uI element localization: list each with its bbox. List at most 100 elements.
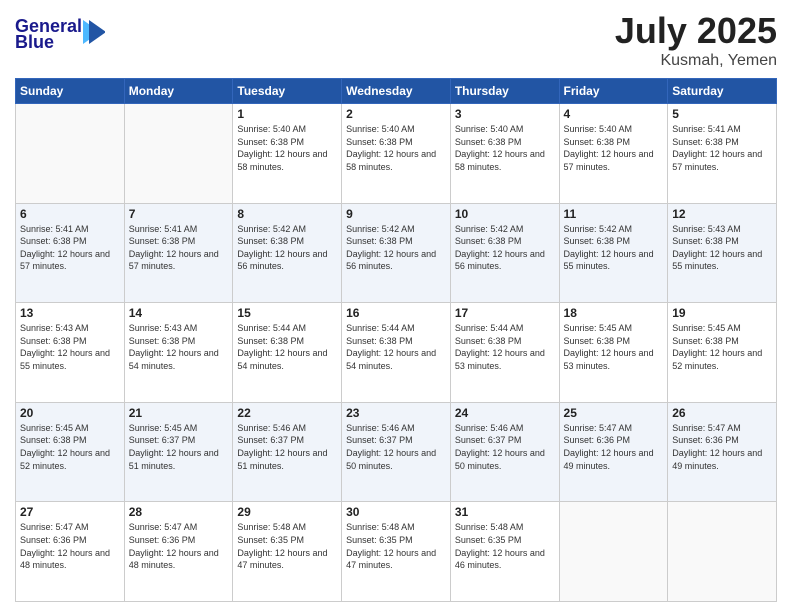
calendar-cell: 1 Sunrise: 5:40 AMSunset: 6:38 PMDaylight… (233, 104, 342, 204)
day-number: 23 (346, 406, 446, 420)
day-info: Sunrise: 5:44 AMSunset: 6:38 PMDaylight:… (455, 322, 555, 372)
day-number: 12 (672, 207, 772, 221)
day-info: Sunrise: 5:42 AMSunset: 6:38 PMDaylight:… (455, 223, 555, 273)
col-monday: Monday (124, 79, 233, 104)
day-info: Sunrise: 5:40 AMSunset: 6:38 PMDaylight:… (237, 123, 337, 173)
calendar-cell: 29Sunrise: 5:48 AMSunset: 6:35 PMDayligh… (233, 502, 342, 602)
day-info: Sunrise: 5:47 AMSunset: 6:36 PMDaylight:… (672, 422, 772, 472)
calendar-cell: 26 Sunrise: 5:47 AMSunset: 6:36 PMDayligh… (668, 402, 777, 502)
day-number: 25 (564, 406, 664, 420)
col-sunday: Sunday (16, 79, 125, 104)
day-info: Sunrise: 5:47 AMSunset: 6:36 PMDaylight:… (20, 521, 120, 571)
day-info: Sunrise: 5:42 AMSunset: 6:38 PMDaylight:… (564, 223, 664, 273)
day-info: Sunrise: 5:48 AMSunset: 6:35 PMDaylight:… (237, 521, 337, 571)
calendar-cell: 31Sunrise: 5:48 AMSunset: 6:35 PMDayligh… (450, 502, 559, 602)
calendar-cell: 2Sunrise: 5:40 AMSunset: 6:38 PMDaylight… (342, 104, 451, 204)
calendar-cell: 9 Sunrise: 5:42 AMSunset: 6:38 PMDaylight… (342, 203, 451, 303)
calendar-week-row: 6 Sunrise: 5:41 AMSunset: 6:38 PMDaylight… (16, 203, 777, 303)
calendar-cell (668, 502, 777, 602)
calendar-cell: 28Sunrise: 5:47 AMSunset: 6:36 PMDayligh… (124, 502, 233, 602)
col-thursday: Thursday (450, 79, 559, 104)
day-number: 5 (672, 107, 772, 121)
col-tuesday: Tuesday (233, 79, 342, 104)
day-info: Sunrise: 5:43 AMSunset: 6:38 PMDaylight:… (20, 322, 120, 372)
title-location: Kusmah, Yemen (615, 52, 777, 70)
day-number: 21 (129, 406, 229, 420)
day-number: 26 (672, 406, 772, 420)
calendar-cell: 8Sunrise: 5:42 AMSunset: 6:38 PMDaylight… (233, 203, 342, 303)
day-info: Sunrise: 5:43 AMSunset: 6:38 PMDaylight:… (129, 322, 229, 372)
day-info: Sunrise: 5:42 AMSunset: 6:38 PMDaylight:… (237, 223, 337, 273)
day-info: Sunrise: 5:45 AMSunset: 6:38 PMDaylight:… (564, 322, 664, 372)
calendar-cell: 23 Sunrise: 5:46 AMSunset: 6:37 PMDayligh… (342, 402, 451, 502)
svg-text:Blue: Blue (15, 32, 54, 52)
day-number: 7 (129, 207, 229, 221)
day-info: Sunrise: 5:47 AMSunset: 6:36 PMDaylight:… (564, 422, 664, 472)
day-number: 4 (564, 107, 664, 121)
day-number: 1 (237, 107, 337, 121)
calendar-cell: 17 Sunrise: 5:44 AMSunset: 6:38 PMDayligh… (450, 303, 559, 403)
calendar-cell: 18 Sunrise: 5:45 AMSunset: 6:38 PMDayligh… (559, 303, 668, 403)
day-number: 28 (129, 505, 229, 519)
calendar-week-row: 13 Sunrise: 5:43 AMSunset: 6:38 PMDayligh… (16, 303, 777, 403)
calendar-cell: 4Sunrise: 5:40 AMSunset: 6:38 PMDaylight… (559, 104, 668, 204)
calendar-cell: 11 Sunrise: 5:42 AMSunset: 6:38 PMDayligh… (559, 203, 668, 303)
day-number: 15 (237, 306, 337, 320)
calendar-cell: 15 Sunrise: 5:44 AMSunset: 6:38 PMDayligh… (233, 303, 342, 403)
day-info: Sunrise: 5:46 AMSunset: 6:37 PMDaylight:… (455, 422, 555, 472)
calendar-cell: 24Sunrise: 5:46 AMSunset: 6:37 PMDayligh… (450, 402, 559, 502)
calendar-cell: 19 Sunrise: 5:45 AMSunset: 6:38 PMDayligh… (668, 303, 777, 403)
calendar-cell: 13 Sunrise: 5:43 AMSunset: 6:38 PMDayligh… (16, 303, 125, 403)
col-saturday: Saturday (668, 79, 777, 104)
day-number: 30 (346, 505, 446, 519)
calendar-cell: 30 Sunrise: 5:48 AMSunset: 6:35 PMDayligh… (342, 502, 451, 602)
day-info: Sunrise: 5:41 AMSunset: 6:38 PMDaylight:… (20, 223, 120, 273)
day-info: Sunrise: 5:46 AMSunset: 6:37 PMDaylight:… (346, 422, 446, 472)
col-friday: Friday (559, 79, 668, 104)
day-number: 6 (20, 207, 120, 221)
logo: General Blue (15, 10, 105, 55)
day-number: 9 (346, 207, 446, 221)
day-info: Sunrise: 5:44 AMSunset: 6:38 PMDaylight:… (346, 322, 446, 372)
calendar-week-row: 27Sunrise: 5:47 AMSunset: 6:36 PMDayligh… (16, 502, 777, 602)
day-number: 17 (455, 306, 555, 320)
day-number: 2 (346, 107, 446, 121)
title-month: July 2025 (615, 10, 777, 52)
calendar-week-row: 20Sunrise: 5:45 AMSunset: 6:38 PMDayligh… (16, 402, 777, 502)
calendar-header-row: Sunday Monday Tuesday Wednesday Thursday… (16, 79, 777, 104)
day-number: 18 (564, 306, 664, 320)
calendar-cell: 12 Sunrise: 5:43 AMSunset: 6:38 PMDayligh… (668, 203, 777, 303)
header: General Blue July 2025 Kusmah, Yemen (15, 10, 777, 70)
day-number: 14 (129, 306, 229, 320)
day-info: Sunrise: 5:43 AMSunset: 6:38 PMDaylight:… (672, 223, 772, 273)
day-info: Sunrise: 5:45 AMSunset: 6:38 PMDaylight:… (672, 322, 772, 372)
title-block: July 2025 Kusmah, Yemen (615, 10, 777, 70)
logo-svg: General Blue (15, 10, 105, 55)
calendar-cell: 3Sunrise: 5:40 AMSunset: 6:38 PMDaylight… (450, 104, 559, 204)
day-number: 11 (564, 207, 664, 221)
day-info: Sunrise: 5:48 AMSunset: 6:35 PMDaylight:… (346, 521, 446, 571)
calendar-cell: 7Sunrise: 5:41 AMSunset: 6:38 PMDaylight… (124, 203, 233, 303)
day-number: 22 (237, 406, 337, 420)
day-info: Sunrise: 5:41 AMSunset: 6:38 PMDaylight:… (672, 123, 772, 173)
day-info: Sunrise: 5:44 AMSunset: 6:38 PMDaylight:… (237, 322, 337, 372)
calendar-table: Sunday Monday Tuesday Wednesday Thursday… (15, 78, 777, 602)
calendar-cell: 10 Sunrise: 5:42 AMSunset: 6:38 PMDayligh… (450, 203, 559, 303)
calendar-cell: 22 Sunrise: 5:46 AMSunset: 6:37 PMDayligh… (233, 402, 342, 502)
day-number: 20 (20, 406, 120, 420)
calendar-cell: 6 Sunrise: 5:41 AMSunset: 6:38 PMDaylight… (16, 203, 125, 303)
day-info: Sunrise: 5:42 AMSunset: 6:38 PMDaylight:… (346, 223, 446, 273)
calendar-cell: 20Sunrise: 5:45 AMSunset: 6:38 PMDayligh… (16, 402, 125, 502)
day-number: 16 (346, 306, 446, 320)
calendar-cell (124, 104, 233, 204)
day-info: Sunrise: 5:45 AMSunset: 6:37 PMDaylight:… (129, 422, 229, 472)
calendar-cell (16, 104, 125, 204)
calendar-week-row: 1 Sunrise: 5:40 AMSunset: 6:38 PMDaylight… (16, 104, 777, 204)
calendar-cell: 25 Sunrise: 5:47 AMSunset: 6:36 PMDayligh… (559, 402, 668, 502)
day-number: 13 (20, 306, 120, 320)
day-info: Sunrise: 5:46 AMSunset: 6:37 PMDaylight:… (237, 422, 337, 472)
day-number: 10 (455, 207, 555, 221)
day-info: Sunrise: 5:48 AMSunset: 6:35 PMDaylight:… (455, 521, 555, 571)
day-number: 19 (672, 306, 772, 320)
calendar-cell: 5 Sunrise: 5:41 AMSunset: 6:38 PMDaylight… (668, 104, 777, 204)
